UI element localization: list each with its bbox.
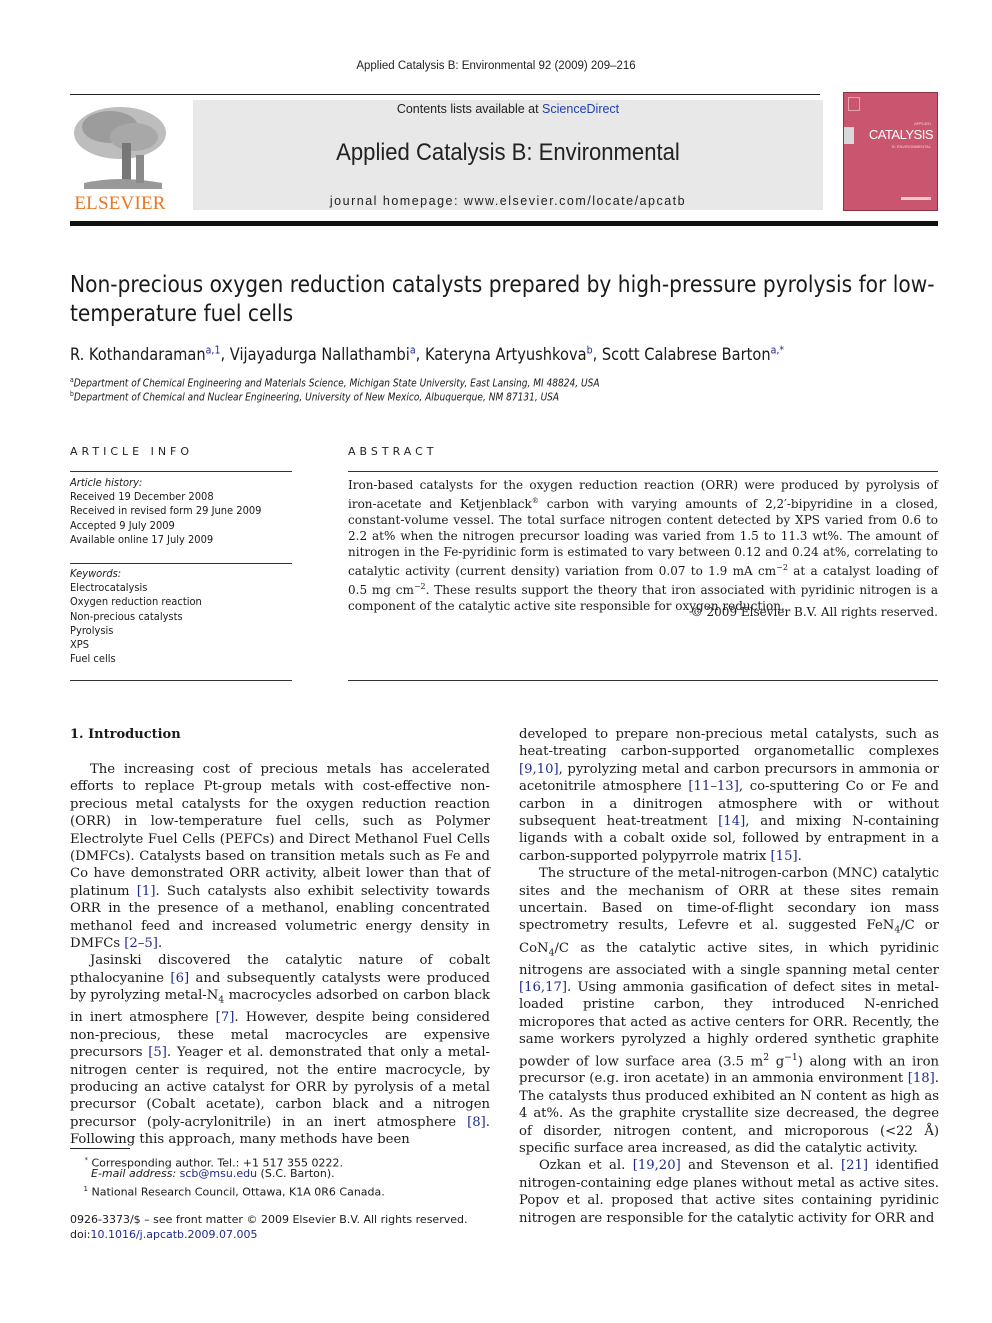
- keywords-label: Keywords:: [70, 567, 122, 580]
- history-label: Article history:: [70, 476, 143, 489]
- affiliation: bDepartment of Chemical and Nuclear Engi…: [70, 390, 560, 404]
- header-rule: [70, 94, 820, 95]
- paragraph: The increasing cost of precious metals h…: [70, 762, 490, 952]
- journal-banner: Contents lists available at ScienceDirec…: [193, 100, 823, 210]
- article-title: Non-precious oxygen reduction catalysts …: [70, 270, 935, 327]
- citation-link[interactable]: [9,10]: [519, 762, 559, 777]
- keyword: Pyrolysis: [70, 623, 114, 637]
- keyword: XPS: [70, 638, 90, 652]
- subscript: 4: [894, 925, 901, 937]
- citation-link[interactable]: [16,17]: [519, 980, 567, 995]
- citation-link[interactable]: [2–5]: [124, 936, 158, 951]
- article-history: Article history: Received 19 December 20…: [70, 476, 304, 547]
- history-item: Accepted 9 July 2009: [70, 518, 175, 532]
- footnote-rule: [70, 1148, 130, 1149]
- section-heading-introduction: 1. Introduction: [70, 727, 181, 742]
- subscript: 4: [218, 994, 225, 1006]
- paragraph: developed to prepare non-precious metal …: [519, 727, 940, 864]
- abstract-rule: [348, 471, 938, 472]
- paragraph: The structure of the metal-nitrogen-carb…: [519, 866, 940, 1157]
- history-item: Available online 17 July 2009: [70, 532, 214, 546]
- paragraph: Ozkan et al. [19,20] and Stevenson et al…: [519, 1158, 939, 1226]
- abstract-heading: ABSTRACT: [348, 445, 438, 458]
- front-matter: 0926-3373/$ – see front matter © 2009 El…: [70, 1213, 468, 1226]
- author[interactable]: Vijayadurga Nallathambia: [230, 343, 416, 365]
- author[interactable]: R. Kothandaramana,1: [70, 343, 220, 365]
- doi-link[interactable]: 10.1016/j.apcatb.2009.07.005: [90, 1228, 257, 1241]
- history-item: Received in revised form 29 June 2009: [70, 504, 262, 518]
- citation-link[interactable]: [8]: [467, 1115, 486, 1130]
- paragraph: Jasinski discovered the catalytic nature…: [70, 953, 490, 1148]
- journal-homepage-link[interactable]: journal homepage: www.elsevier.com/locat…: [193, 194, 823, 208]
- citation-link[interactable]: [19,20]: [633, 1158, 681, 1173]
- article-info-heading: ARTICLE INFO: [70, 445, 194, 458]
- doi-line: doi:10.1016/j.apcatb.2009.07.005: [70, 1228, 258, 1241]
- front-matter-note: 0926-3373/$ – see front matter © 2009 El…: [70, 1212, 530, 1242]
- citation-link[interactable]: [14]: [718, 814, 745, 829]
- elsevier-wordmark: ELSEVIER: [74, 193, 166, 214]
- article-info-rule: [70, 471, 292, 472]
- footnote-email: E-mail address: scb@msu.edu (S.C. Barton…: [91, 1167, 335, 1180]
- affiliation: aDepartment of Chemical Engineering and …: [70, 376, 600, 390]
- keyword: Oxygen reduction reaction: [70, 595, 202, 609]
- contents-availability: Contents lists available at ScienceDirec…: [396, 102, 620, 116]
- body-column-right: developed to prepare non-precious metal …: [519, 726, 939, 1227]
- citation-link[interactable]: [7]: [216, 1010, 235, 1025]
- cover-subtitle: B: ENVIRONMENTAL: [891, 144, 931, 149]
- keyword: Fuel cells: [70, 652, 116, 666]
- running-head: Applied Catalysis B: Environmental 92 (2…: [356, 60, 636, 72]
- abstract-text: Iron-based catalysts for the oxygen redu…: [348, 478, 939, 613]
- email-link[interactable]: scb@msu.edu: [180, 1167, 257, 1180]
- cover-title: CATALYSIS: [868, 127, 934, 142]
- citation-link[interactable]: [21]: [841, 1158, 868, 1173]
- citation-link[interactable]: [15]: [771, 849, 798, 864]
- body-column-left: The increasing cost of precious metals h…: [70, 761, 490, 1149]
- superscript: 2: [763, 1051, 770, 1063]
- cover-footer-mark: [901, 197, 931, 200]
- abstract-bottom-rule: [348, 680, 938, 681]
- journal-title: Applied Catalysis B: Environmental: [336, 139, 680, 166]
- author[interactable]: Scott Calabrese Bartona,*: [602, 343, 784, 365]
- abstract-copyright: © 2009 Elsevier B.V. All rights reserved…: [690, 605, 938, 619]
- keywords-rule: [70, 563, 292, 564]
- sciencedirect-link[interactable]: ScienceDirect: [542, 102, 619, 116]
- author[interactable]: Kateryna Artyushkovab: [425, 343, 593, 365]
- footnote-1: 1 National Research Council, Ottawa, K1A…: [83, 1185, 385, 1199]
- citation-link[interactable]: [5]: [148, 1045, 167, 1060]
- article-info-bottom-rule: [70, 680, 292, 681]
- cover-brand: APPLIED: [914, 121, 931, 126]
- citation-link[interactable]: [11–13]: [688, 779, 738, 794]
- superscript: −1: [784, 1051, 798, 1063]
- journal-cover-thumbnail: APPLIED CATALYSIS B: ENVIRONMENTAL: [843, 92, 938, 211]
- citation-link[interactable]: [18]: [908, 1071, 935, 1086]
- history-item: Received 19 December 2008: [70, 490, 214, 504]
- keyword: Electrocatalysis: [70, 581, 148, 595]
- citation-link[interactable]: [6]: [170, 971, 189, 986]
- keywords: Keywords: Electrocatalysis Oxygen reduct…: [70, 567, 304, 666]
- subscript: 4: [548, 947, 555, 959]
- cover-publisher-mark-icon: [848, 97, 860, 111]
- author-list: R. Kothandaramana,1, Vijayadurga Nallath…: [70, 343, 785, 365]
- header-thick-rule: [70, 221, 938, 226]
- citation-link[interactable]: [1]: [137, 884, 156, 899]
- keyword: Non-precious catalysts: [70, 609, 183, 623]
